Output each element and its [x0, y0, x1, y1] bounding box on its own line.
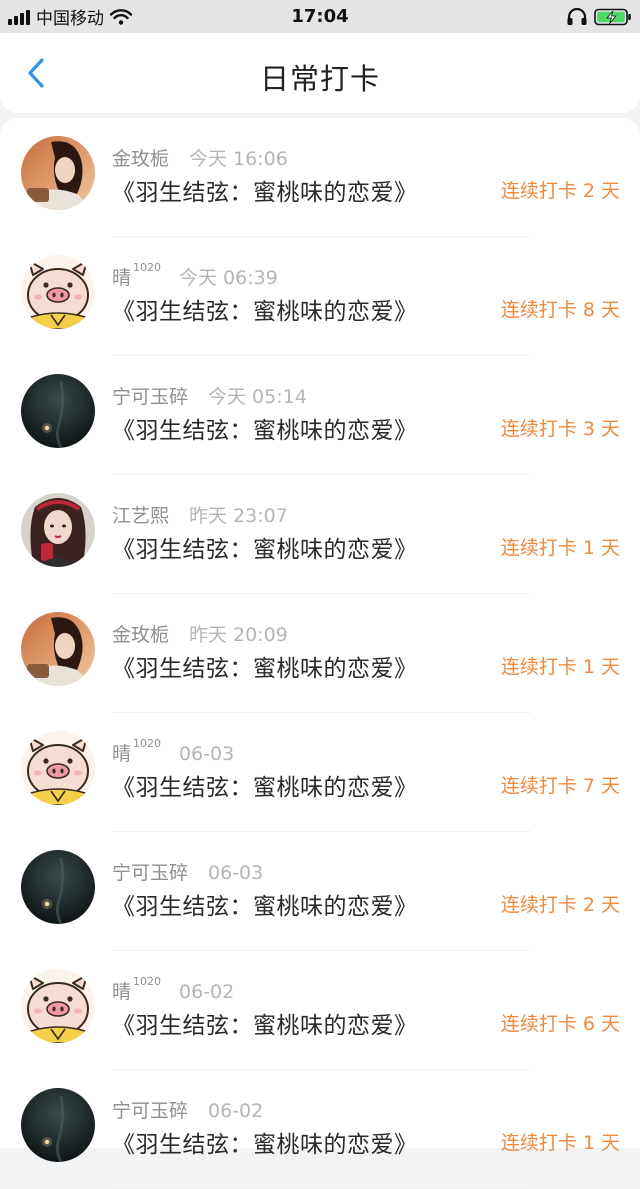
checkin-row[interactable]: 宁可玉碎 今天 05:14 《羽生结弦：蜜桃味的恋爱》 连续打卡 3 天: [0, 356, 640, 475]
checkin-row[interactable]: 江艺熙 昨天 23:07 《羽生结弦：蜜桃味的恋爱》 连续打卡 1 天: [0, 475, 640, 594]
checkin-row[interactable]: 金玫栀 今天 16:06 《羽生结弦：蜜桃味的恋爱》 连续打卡 2 天: [0, 118, 640, 237]
user-name[interactable]: 宁可玉碎: [112, 858, 190, 885]
battery-charging-icon: [594, 8, 631, 25]
back-button[interactable]: [18, 55, 54, 91]
checkin-time: 06-03: [179, 743, 235, 765]
nav-header: 日常打卡: [0, 33, 640, 113]
user-name-text: 宁可玉碎: [112, 386, 189, 408]
user-name[interactable]: 晴 1020: [112, 975, 162, 1004]
checkin-time: 06-03: [208, 862, 264, 884]
checkin-row[interactable]: 晴 1020 06-03 《羽生结弦：蜜桃味的恋爱》 连续打卡 7 天: [0, 713, 640, 832]
girl-photo-avatar-icon: [21, 612, 95, 686]
user-name[interactable]: 金玫栀: [112, 620, 171, 647]
status-left: 中国移动: [8, 0, 132, 33]
checkin-time: 06-02: [179, 981, 235, 1003]
user-name-sup: 1020: [133, 261, 162, 274]
book-title: 《羽生结弦：蜜桃味的恋爱》: [112, 537, 418, 563]
user-name-sup: 1020: [133, 975, 162, 988]
avatar[interactable]: [21, 612, 95, 686]
dark-photo-avatar-icon: [21, 1088, 95, 1162]
user-name[interactable]: 晴 1020: [112, 737, 162, 766]
status-right: [566, 0, 632, 33]
user-name-text: 晴: [112, 981, 132, 1003]
avatar[interactable]: [21, 493, 95, 567]
book-title: 《羽生结弦：蜜桃味的恋爱》: [112, 180, 418, 206]
streak-label: 连续打卡 2 天: [500, 180, 620, 202]
streak-label: 连续打卡 6 天: [500, 1013, 620, 1035]
avatar[interactable]: [21, 136, 95, 210]
avatar[interactable]: [21, 850, 95, 924]
user-name-text: 江艺熙: [112, 505, 170, 527]
user-name[interactable]: 金玫栀: [112, 144, 171, 171]
checkin-row[interactable]: 宁可玉碎 06-03 《羽生结弦：蜜桃味的恋爱》 连续打卡 2 天: [0, 832, 640, 951]
checkin-row[interactable]: 金玫栀 昨天 20:09 《羽生结弦：蜜桃味的恋爱》 连续打卡 1 天: [0, 594, 640, 713]
user-name[interactable]: 宁可玉碎: [112, 382, 190, 409]
user-name-text: 晴: [112, 267, 132, 289]
checkin-time: 06-02: [208, 1100, 264, 1122]
wifi-icon: [110, 8, 132, 25]
streak-label: 连续打卡 1 天: [500, 656, 620, 678]
user-name-text: 金玫栀: [112, 624, 170, 646]
chevron-left-icon: [28, 58, 44, 88]
checkin-row[interactable]: 晴 1020 今天 06:39 《羽生结弦：蜜桃味的恋爱》 连续打卡 8 天: [0, 237, 640, 356]
user-name-text: 宁可玉碎: [112, 862, 189, 884]
pig-avatar-icon: [21, 731, 95, 805]
user-name[interactable]: 宁可玉碎: [112, 1096, 190, 1123]
streak-label: 连续打卡 8 天: [500, 299, 620, 321]
streak-label: 连续打卡 1 天: [500, 537, 620, 559]
book-title: 《羽生结弦：蜜桃味的恋爱》: [112, 418, 418, 444]
checkin-time: 昨天 23:07: [189, 505, 288, 527]
girl-photo-avatar-icon: [21, 136, 95, 210]
checkin-time: 今天 16:06: [189, 148, 288, 170]
streak-label: 连续打卡 2 天: [500, 894, 620, 916]
page-title: 日常打卡: [259, 62, 380, 96]
streak-label: 连续打卡 3 天: [500, 418, 620, 440]
user-name[interactable]: 晴 1020: [112, 261, 162, 290]
user-name-text: 金玫栀: [112, 148, 170, 170]
book-title: 《羽生结弦：蜜桃味的恋爱》: [112, 1013, 418, 1039]
checkin-row[interactable]: 宁可玉碎 06-02 《羽生结弦：蜜桃味的恋爱》 连续打卡 1 天: [0, 1070, 640, 1189]
dark-photo-avatar-icon: [21, 374, 95, 448]
pig-avatar-icon: [21, 969, 95, 1043]
avatar[interactable]: [21, 969, 95, 1043]
avatar[interactable]: [21, 1088, 95, 1162]
status-bar: 中国移动 17:04: [0, 0, 640, 33]
user-name-text: 宁可玉碎: [112, 1100, 189, 1122]
checkin-time: 今天 05:14: [208, 386, 307, 408]
avatar[interactable]: [21, 255, 95, 329]
cellular-signal-icon: [8, 9, 30, 25]
book-title: 《羽生结弦：蜜桃味的恋爱》: [112, 894, 418, 920]
streak-label: 连续打卡 7 天: [500, 775, 620, 797]
book-title: 《羽生结弦：蜜桃味的恋爱》: [112, 1132, 418, 1158]
checkin-time: 今天 06:39: [179, 267, 278, 289]
user-name[interactable]: 江艺熙: [112, 501, 171, 528]
streak-label: 连续打卡 1 天: [500, 1132, 620, 1154]
user-name-text: 晴: [112, 743, 132, 765]
avatar[interactable]: [21, 731, 95, 805]
book-title: 《羽生结弦：蜜桃味的恋爱》: [112, 656, 418, 682]
book-title: 《羽生结弦：蜜桃味的恋爱》: [112, 775, 418, 801]
checkin-row[interactable]: 晴 1020 06-02 《羽生结弦：蜜桃味的恋爱》 连续打卡 6 天: [0, 951, 640, 1070]
user-name-sup: 1020: [133, 737, 162, 750]
pig-avatar-icon: [21, 255, 95, 329]
checkin-time: 昨天 20:09: [189, 624, 288, 646]
carrier-name: 中国移动: [36, 9, 104, 29]
dark-photo-avatar-icon: [21, 850, 95, 924]
headphones-icon: [567, 7, 587, 25]
checkin-list: 金玫栀 今天 16:06 《羽生结弦：蜜桃味的恋爱》 连续打卡 2 天 晴 102…: [0, 118, 640, 1189]
illustrated-girl-avatar-icon: [21, 493, 95, 567]
book-title: 《羽生结弦：蜜桃味的恋爱》: [112, 299, 418, 325]
avatar[interactable]: [21, 374, 95, 448]
